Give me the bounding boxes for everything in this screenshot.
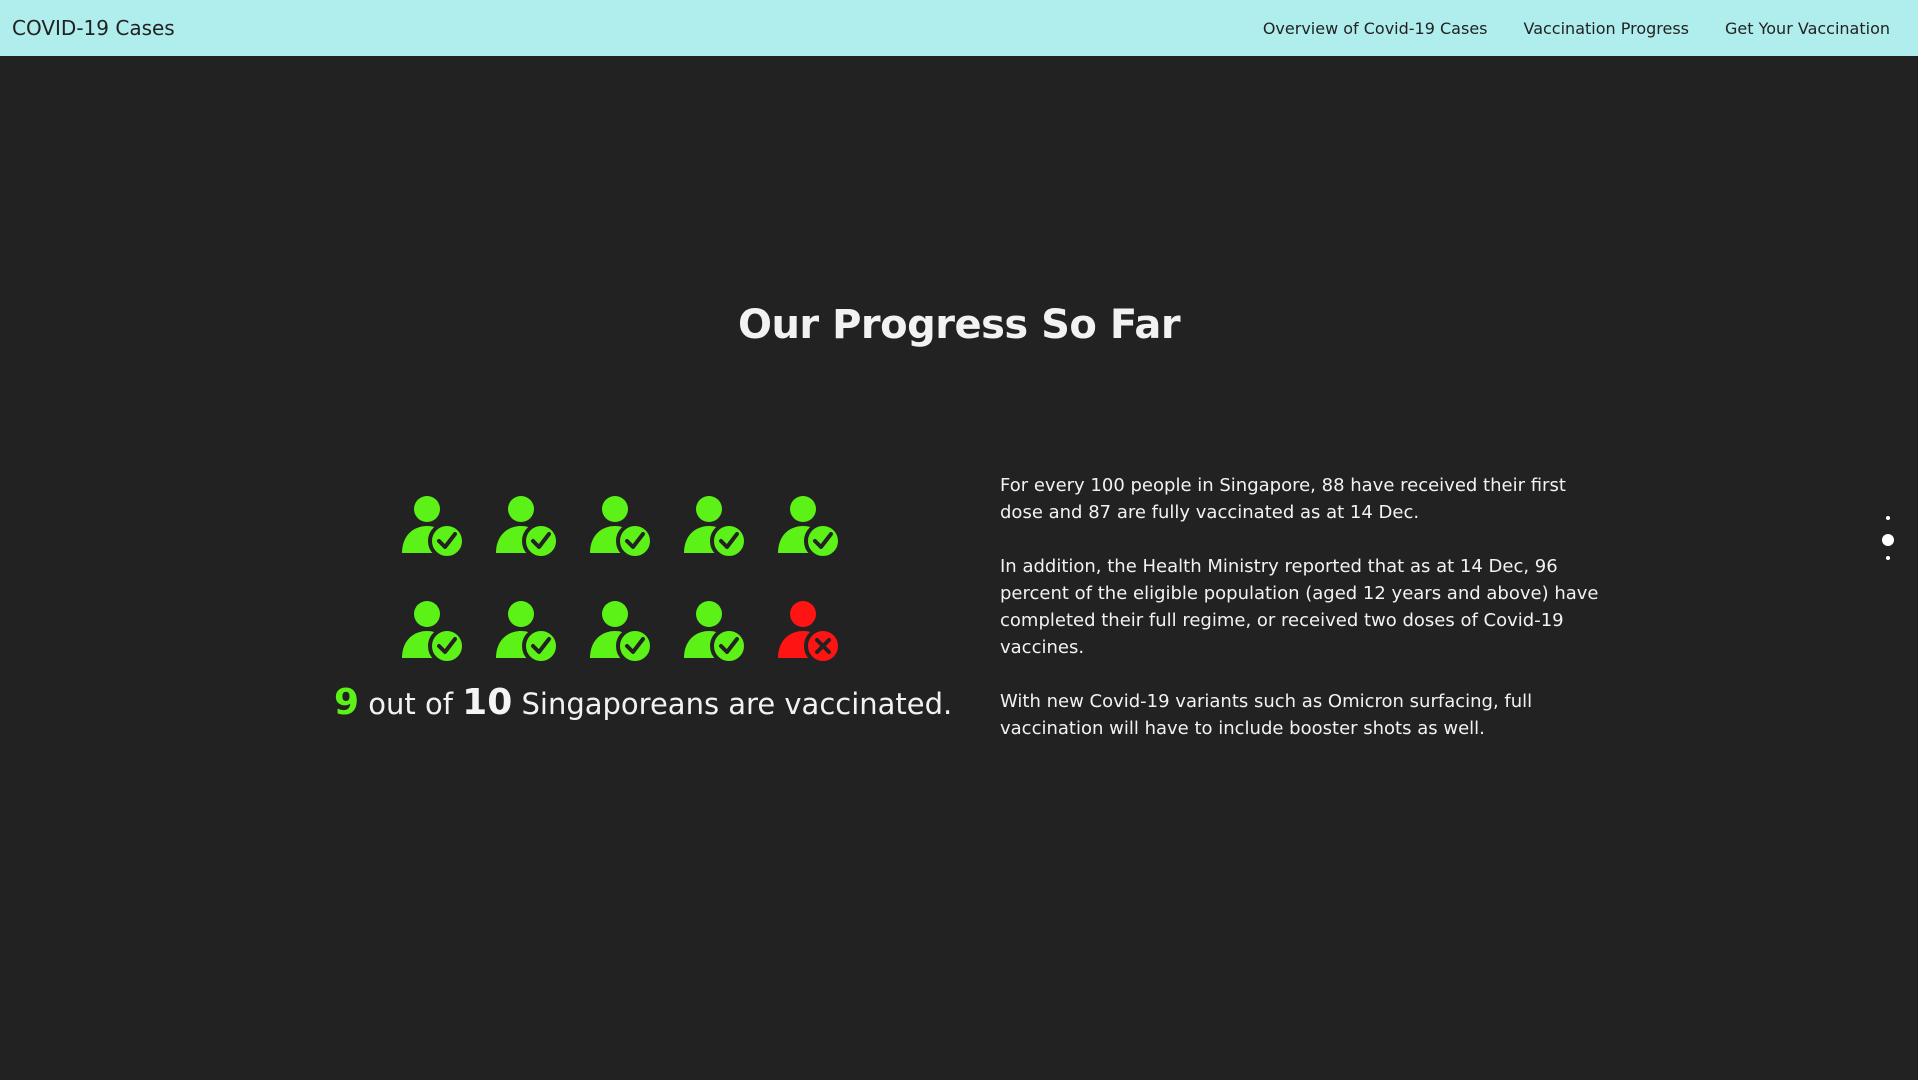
- vaccinated-person-icon: [400, 600, 468, 666]
- vaccinated-person-icon: [494, 495, 562, 561]
- section-nav-dot[interactable]: [1886, 516, 1890, 520]
- nav-link-vaccination-progress[interactable]: Vaccination Progress: [1524, 19, 1690, 38]
- nav-link-overview[interactable]: Overview of Covid-19 Cases: [1263, 19, 1488, 38]
- info-paragraph-booster: With new Covid-19 variants such as Omicr…: [1000, 691, 1533, 739]
- summary-text-out-of: out of: [368, 687, 453, 721]
- navbar: COVID-19 Cases Overview of Covid-19 Case…: [0, 0, 1918, 56]
- vaccinated-person-icon: [588, 600, 656, 666]
- vaccinated-person-icon: [776, 495, 844, 561]
- info-text: For every 100 people in Singapore, 88 ha…: [1000, 472, 1600, 769]
- unvaccinated-person-icon: [776, 600, 844, 666]
- section-nav-dots: [1880, 516, 1896, 566]
- vaccinated-count: 9: [334, 682, 360, 723]
- vaccinated-person-icon: [400, 495, 468, 561]
- brand-link[interactable]: COVID-19 Cases: [12, 16, 175, 40]
- section-title: Our Progress So Far: [737, 302, 1181, 348]
- nav-links: Overview of Covid-19 Cases Vaccination P…: [1263, 19, 1890, 38]
- summary-text-singaporeans: Singaporeans are vaccinated.: [521, 687, 953, 721]
- vaccination-summary: 9 out of 10 Singaporeans are vaccinated.: [334, 682, 952, 723]
- total-count: 10: [462, 682, 513, 723]
- vaccinated-person-icon: [494, 600, 562, 666]
- vaccinated-person-icon: [588, 495, 656, 561]
- section-nav-dot[interactable]: [1882, 534, 1894, 546]
- vaccinated-person-icon: [682, 495, 750, 561]
- info-paragraph-first-dose: For every 100 people in Singapore, 88 ha…: [1000, 475, 1566, 523]
- vaccinated-person-icon: [682, 600, 750, 666]
- info-paragraph-eligible-population: In addition, the Health Ministry reporte…: [1000, 556, 1599, 658]
- section-nav-dot[interactable]: [1886, 556, 1890, 560]
- nav-link-get-vaccination[interactable]: Get Your Vaccination: [1725, 19, 1890, 38]
